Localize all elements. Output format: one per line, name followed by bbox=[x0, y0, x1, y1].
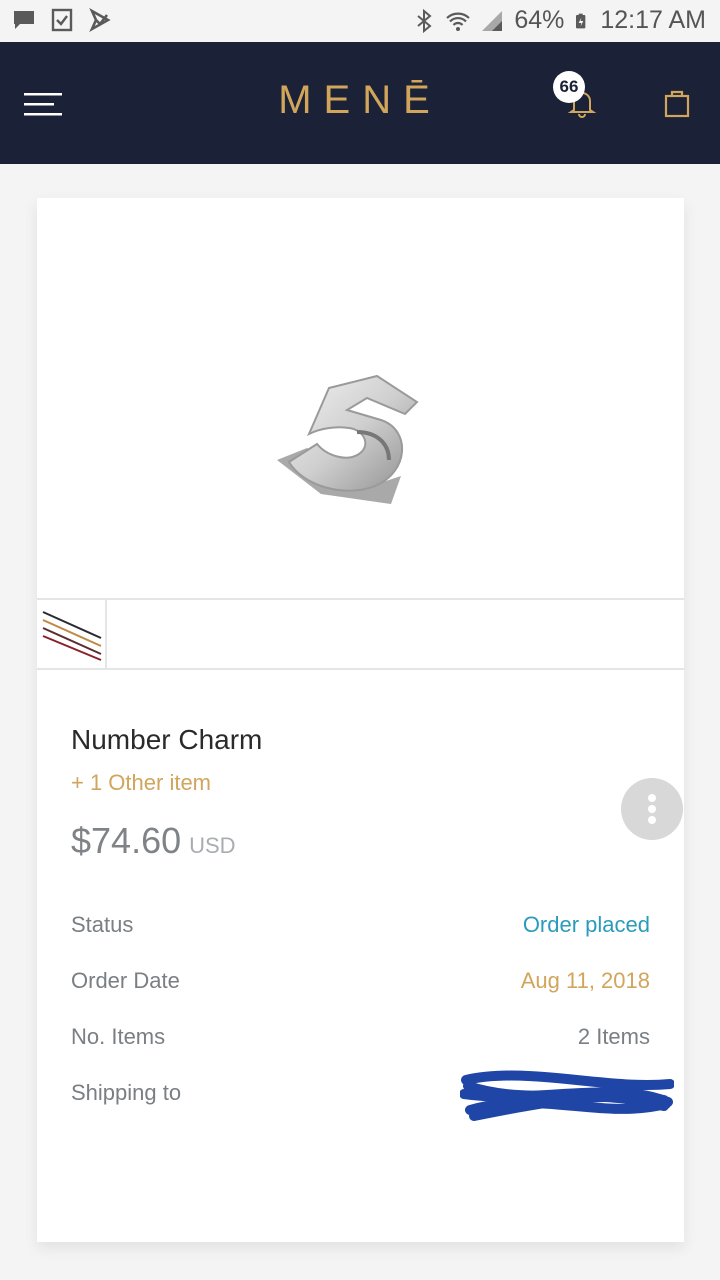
status-row: Status Order placed bbox=[71, 912, 650, 942]
shipping-label: Shipping to bbox=[71, 1080, 182, 1105]
signal-icon bbox=[482, 10, 503, 31]
checklist-icon bbox=[51, 8, 73, 32]
bluetooth-icon bbox=[417, 8, 432, 33]
items-count-row: No. Items 2 Items bbox=[71, 1024, 650, 1054]
shopping-bag-icon[interactable] bbox=[664, 88, 690, 118]
clock: 12:17 AM bbox=[600, 6, 706, 34]
task-icon bbox=[89, 8, 111, 32]
shipping-row: Shipping to bbox=[71, 1070, 674, 1121]
notification-badge: 66 bbox=[553, 71, 585, 103]
message-icon bbox=[14, 11, 34, 29]
items-count-value: 2 Items bbox=[577, 1024, 650, 1049]
redacted-address-scribble bbox=[460, 1070, 674, 1121]
product-name: Number Charm bbox=[71, 724, 263, 755]
order-card[interactable]: Number Charm + 1 Other item $74.60 USD St… bbox=[37, 198, 684, 1242]
price: $74.60 USD bbox=[71, 820, 236, 862]
battery-icon bbox=[576, 13, 586, 28]
other-items-link[interactable]: + 1 Other item bbox=[71, 770, 211, 796]
price-amount: $74.60 bbox=[71, 820, 182, 861]
status-label: Status bbox=[71, 912, 134, 937]
more-options-button[interactable] bbox=[621, 778, 683, 840]
order-date-value: Aug 11, 2018 bbox=[520, 968, 650, 993]
wifi-icon bbox=[446, 12, 471, 31]
brand-logo[interactable]: MENĒ bbox=[0, 78, 720, 123]
product-thumbnail[interactable] bbox=[37, 600, 107, 668]
battery-percent: 64% bbox=[514, 6, 565, 34]
order-date-row: Order Date Aug 11, 2018 bbox=[71, 968, 650, 998]
order-date-label: Order Date bbox=[71, 968, 180, 993]
price-currency: USD bbox=[189, 833, 236, 858]
app-header: MENĒ bbox=[0, 42, 720, 164]
status-bar: 64% 12:17 AM bbox=[0, 0, 720, 42]
thumbnail-strip bbox=[37, 598, 684, 670]
items-count-label: No. Items bbox=[71, 1024, 166, 1049]
product-image[interactable] bbox=[37, 198, 684, 598]
status-value: Order placed bbox=[522, 912, 650, 937]
